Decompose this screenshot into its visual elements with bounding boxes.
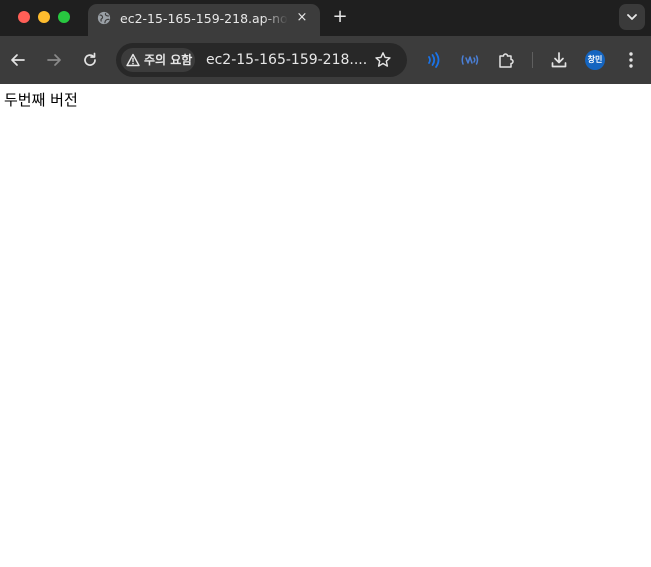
- tab-title: ec2-15-165-159-218.ap-northeast-2.comput…: [120, 11, 288, 26]
- cast-extension-button[interactable]: [424, 50, 444, 70]
- puzzle-icon: [499, 53, 514, 68]
- arrow-left-icon: [11, 54, 25, 66]
- bookmark-star-icon[interactable]: [374, 51, 392, 69]
- download-icon: [551, 52, 567, 68]
- tab-search-button[interactable]: [619, 4, 645, 30]
- reload-button[interactable]: [80, 50, 100, 70]
- browser-menu-button[interactable]: [624, 50, 638, 70]
- arrow-right-icon: [47, 54, 61, 66]
- broadcast-icon: [428, 52, 440, 68]
- url-text[interactable]: ec2-15-165-159-218....: [206, 50, 366, 70]
- active-tab[interactable]: ec2-15-165-159-218.ap-northeast-2.comput…: [88, 4, 320, 36]
- profile-avatar[interactable]: 창민: [585, 50, 605, 70]
- more-vertical-icon: [629, 52, 633, 68]
- signal-extension-button[interactable]: [460, 50, 480, 70]
- back-button[interactable]: [8, 50, 28, 70]
- new-tab-button[interactable]: +: [330, 7, 350, 27]
- globe-icon: [97, 11, 111, 25]
- security-warning-chip[interactable]: 주의 요함: [121, 48, 195, 72]
- window-minimize-button[interactable]: [38, 11, 50, 23]
- warning-triangle-icon: [126, 53, 140, 67]
- browser-window: ec2-15-165-159-218.ap-northeast-2.comput…: [0, 0, 651, 567]
- reload-icon: [84, 52, 96, 66]
- window-close-button[interactable]: [18, 11, 30, 23]
- forward-button[interactable]: [44, 50, 64, 70]
- window-zoom-button[interactable]: [58, 11, 70, 23]
- tab-close-icon[interactable]: ×: [294, 10, 310, 26]
- address-bar[interactable]: 주의 요함 ec2-15-165-159-218....: [116, 43, 407, 77]
- page-content: 두번째 버전: [0, 84, 651, 567]
- downloads-button[interactable]: [549, 50, 569, 70]
- page-body-text: 두번째 버전: [4, 91, 78, 109]
- toolbar-divider: [532, 52, 533, 68]
- security-warning-label: 주의 요함: [144, 53, 193, 67]
- signal-icon: [461, 55, 479, 65]
- chevron-down-icon: [627, 14, 637, 20]
- tab-strip: ec2-15-165-159-218.ap-northeast-2.comput…: [0, 0, 651, 36]
- extensions-button[interactable]: [496, 50, 516, 70]
